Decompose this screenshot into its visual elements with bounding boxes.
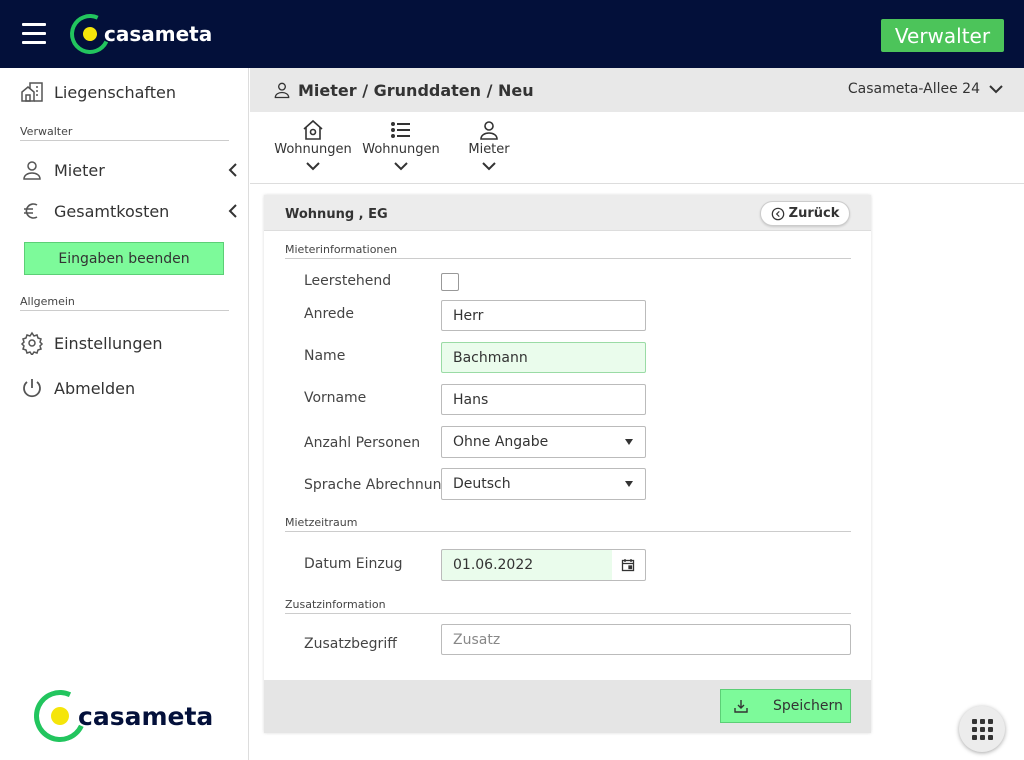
sidebar-item-mieter[interactable]: Mieter (20, 158, 239, 182)
gear-icon (20, 331, 44, 355)
user-icon (480, 121, 498, 140)
brand-logo[interactable]: casameta (64, 8, 213, 60)
tool-label: Wohnungen (274, 142, 352, 157)
dropdown-arrow-icon (625, 481, 633, 487)
property-select[interactable]: Casameta-Allee 24 (848, 81, 1004, 97)
back-button[interactable]: Zurück (760, 201, 850, 226)
leerstehend-checkbox[interactable] (441, 273, 459, 291)
grid-icon (971, 718, 993, 740)
brand-logo-footer: casameta (26, 682, 214, 750)
power-icon (23, 379, 41, 398)
card-footer: Speichern (264, 680, 871, 733)
tool-label: Mieter (468, 142, 510, 157)
chevron-down-icon (989, 85, 1003, 94)
label-datum-einzug: Datum Einzug (304, 556, 403, 572)
card-header: Wohnung , EG Zurück (264, 195, 871, 231)
dropdown-arrow-icon (625, 439, 633, 445)
sidebar-item-label: Gesamtkosten (54, 201, 170, 221)
save-label: Speichern (773, 698, 843, 714)
tool-wohnungen-list[interactable]: Wohnungen (356, 118, 446, 171)
label-anzahl-personen: Anzahl Personen (304, 435, 421, 451)
chevron-left-icon[interactable] (227, 204, 239, 218)
apps-grid-button[interactable] (959, 706, 1005, 752)
back-label: Zurück (788, 206, 840, 221)
anrede-field[interactable]: Herr (441, 300, 646, 331)
vorname-field[interactable]: Hans (441, 384, 646, 415)
breadcrumb: Mieter / Grunddaten / Neu (298, 80, 534, 100)
section-allgemein: Allgemein (20, 295, 229, 311)
sidebar: Liegenschaften Verwalter Mieter Gesamtko… (0, 68, 249, 760)
name-field[interactable]: Bachmann (441, 342, 646, 373)
user-icon (274, 82, 290, 99)
brand-name: casameta (104, 22, 213, 46)
datum-einzug-field[interactable]: 01.06.2022 (441, 549, 646, 581)
property-address: Casameta-Allee 24 (847, 81, 980, 97)
label-leerstehend: Leerstehend (304, 273, 392, 289)
sidebar-item-einstellungen[interactable]: Einstellungen (20, 331, 162, 355)
sidebar-item-label: Mieter (54, 160, 105, 180)
finish-input-button[interactable]: Eingaben beenden (24, 242, 224, 275)
zusatzbegriff-input[interactable]: Zusatz (441, 624, 851, 655)
logo-ring-icon (26, 682, 94, 750)
chevron-left-icon[interactable] (227, 163, 239, 177)
chevron-down-icon (306, 162, 320, 171)
card-title: Wohnung , EG (285, 207, 388, 222)
page-header: Mieter / Grunddaten / Neu Casameta-Allee… (250, 68, 1024, 112)
section-zusatzinformation: Zusatzinformation (285, 598, 851, 614)
chevron-down-icon (482, 162, 496, 171)
anzahl-personen-select[interactable]: Ohne Angabe (441, 426, 646, 458)
back-circle-icon (771, 207, 784, 220)
select-value: Deutsch (453, 476, 511, 492)
tool-wohnungen-settings[interactable]: Wohnungen (268, 118, 358, 171)
building-icon (21, 82, 43, 102)
label-sprache-abrechnung: Sprache Abrechnung (304, 477, 451, 493)
section-mietzeitraum: Mietzeitraum (285, 516, 851, 532)
tool-label: Wohnungen (362, 142, 440, 157)
sidebar-item-label: Einstellungen (54, 333, 163, 353)
sidebar-item-label: Abmelden (54, 378, 136, 398)
sidebar-item-liegenschaften[interactable]: Liegenschaften (20, 80, 176, 104)
label-name: Name (304, 348, 346, 364)
sidebar-item-label: Liegenschaften (54, 82, 177, 102)
section-mieterinformationen: Mieterinformationen (285, 243, 851, 259)
save-button[interactable]: Speichern (720, 689, 851, 723)
list-icon (391, 122, 410, 138)
label-anrede: Anrede (304, 306, 355, 322)
calendar-icon[interactable] (621, 558, 635, 572)
sidebar-item-abmelden[interactable]: Abmelden (20, 376, 135, 400)
tool-mieter[interactable]: Mieter (444, 118, 534, 171)
menu-icon[interactable] (22, 23, 46, 45)
brand-name: casameta (78, 701, 214, 731)
date-value: 01.06.2022 (453, 557, 534, 573)
page-title: Mieter / Grunddaten / Neu (272, 80, 534, 100)
role-button[interactable]: Verwalter (881, 19, 1004, 52)
select-value: Ohne Angabe (453, 434, 549, 450)
sprache-abrechnung-select[interactable]: Deutsch (441, 468, 646, 500)
house-gear-icon (303, 119, 323, 140)
user-icon (23, 161, 41, 180)
toolbar: Wohnungen Wohnungen Mieter (250, 112, 1024, 184)
logo-ring-icon (64, 8, 116, 60)
chevron-down-icon (394, 162, 408, 171)
euro-icon (24, 203, 38, 219)
download-icon (734, 700, 748, 713)
tenant-form-card: Wohnung , EG Zurück Mieterinformationen … (264, 195, 871, 733)
section-verwalter: Verwalter (20, 125, 229, 141)
top-bar: casameta Verwalter (0, 0, 1024, 68)
label-zusatzbegriff: Zusatzbegriff (304, 636, 397, 652)
sidebar-item-gesamtkosten[interactable]: Gesamtkosten (20, 199, 239, 223)
label-vorname: Vorname (304, 390, 367, 406)
